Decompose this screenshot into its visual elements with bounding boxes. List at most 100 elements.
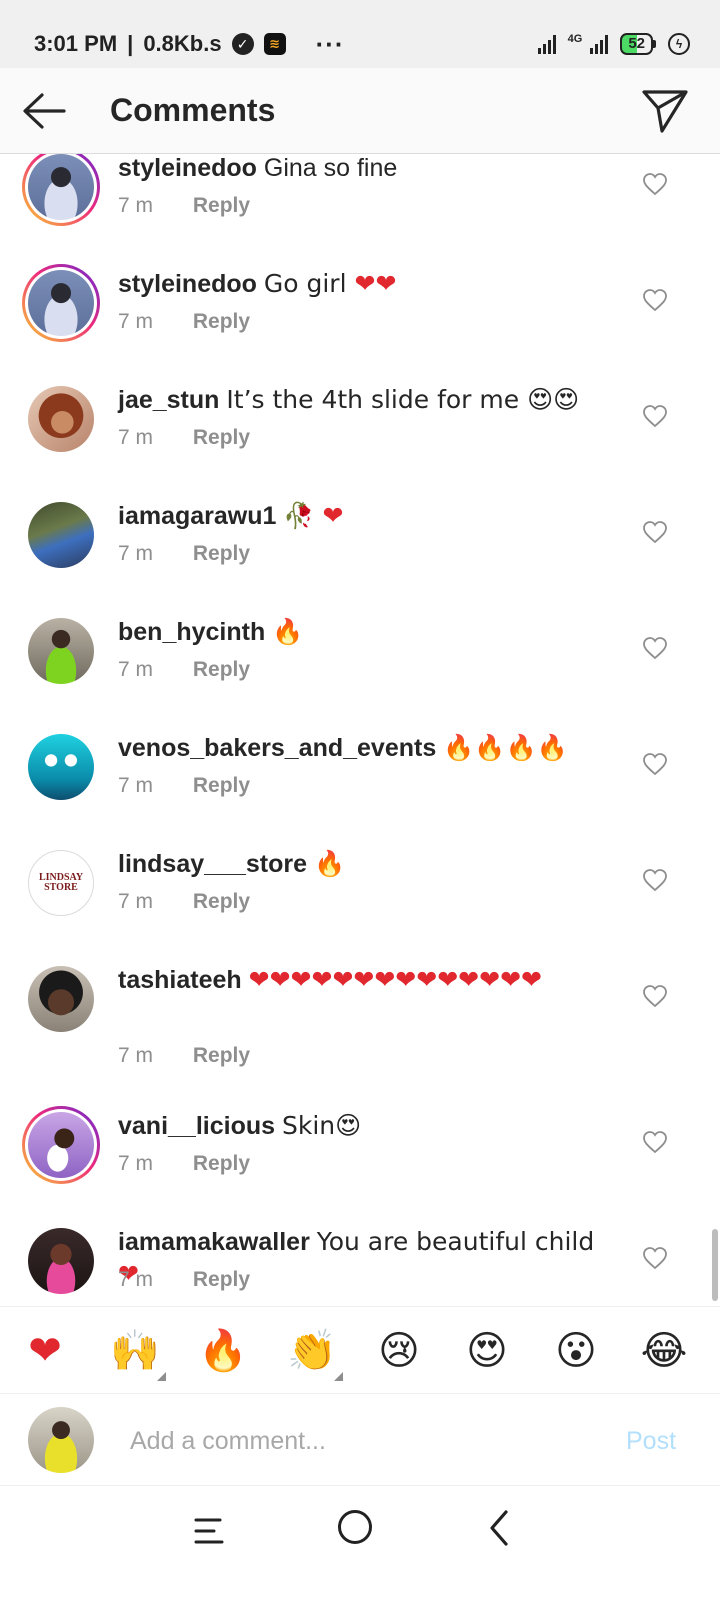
comment-text: ben_hycinth 🔥	[118, 616, 618, 648]
status-speed: 0.8Kb.s	[143, 31, 222, 56]
comment-meta: 7 m Reply	[118, 658, 250, 682]
comment-username[interactable]: iamamakawaller	[118, 1228, 310, 1256]
comment-item: LINDSAY STORE lindsay___store 🔥 7 m Repl…	[0, 848, 720, 966]
avatar-wrap[interactable]	[22, 728, 100, 806]
more-dots-icon: ···	[315, 28, 345, 59]
comment-text: tashiateeh ❤❤❤❤❤❤❤❤❤❤❤❤❤❤	[118, 964, 608, 996]
home-circle-icon[interactable]	[338, 1510, 372, 1544]
status-separator: |	[127, 31, 134, 56]
emoji-heart-button[interactable]: ❤	[21, 1327, 69, 1375]
scrollbar[interactable]	[712, 1229, 718, 1301]
back-chevron-icon[interactable]	[484, 1508, 514, 1548]
comment-time: 7 m	[118, 1268, 154, 1291]
comment-text: vani__licious Skin😍	[118, 1110, 618, 1142]
post-button[interactable]: Post	[626, 1427, 676, 1456]
heart-outline-icon[interactable]	[642, 636, 668, 660]
system-nav-bar	[0, 1486, 720, 1600]
emoji-heart-eyes-button[interactable]: 😍	[463, 1327, 511, 1375]
comment-text: venos_bakers_and_events 🔥🔥🔥🔥	[118, 732, 618, 764]
comment-meta: 7 m Reply	[118, 1044, 250, 1068]
comment-input[interactable]	[128, 1418, 592, 1464]
comment-message: 🔥🔥🔥🔥	[443, 733, 568, 762]
comment-item: jae_stun It’s the 4th slide for me 😍😍 7 …	[0, 385, 720, 502]
comment-time: 7 m	[118, 774, 154, 797]
comment-message: 🥀 ❤	[283, 501, 344, 530]
avatar-story-ring[interactable]	[22, 264, 100, 342]
emoji-clap-button[interactable]: 👏	[287, 1327, 343, 1381]
reply-button[interactable]: Reply	[193, 310, 250, 333]
comment-time: 7 m	[118, 310, 154, 333]
avatar	[28, 966, 94, 1032]
avatar	[28, 734, 94, 800]
avatar-story-ring[interactable]	[22, 1106, 100, 1184]
status-time: 3:01 PM	[34, 31, 118, 56]
comment-message: ❤❤❤❤❤❤❤❤❤❤❤❤❤❤	[248, 965, 542, 994]
reply-button[interactable]: Reply	[193, 1152, 250, 1175]
avatar-wrap[interactable]: LINDSAY STORE	[22, 844, 100, 922]
emoji-reaction-bar: ❤ 🙌 🔥 👏 😢 😍 😮 😂	[0, 1306, 720, 1394]
reply-button[interactable]: Reply	[193, 658, 250, 681]
comment-text: styleinedoo Gina so fine	[118, 154, 618, 184]
comment-meta: 7 m Reply	[118, 890, 250, 914]
emoji-glyph: 🙌	[110, 1328, 160, 1374]
comment-username[interactable]: venos_bakers_and_events	[118, 734, 436, 762]
comment-time: 7 m	[118, 542, 154, 565]
comment-time: 7 m	[118, 1152, 154, 1175]
menu-icon[interactable]	[192, 1514, 226, 1548]
comment-text: lindsay___store 🔥	[118, 848, 618, 880]
avatar-wrap[interactable]	[22, 612, 100, 690]
comment-time: 7 m	[118, 426, 154, 449]
avatar-wrap[interactable]	[22, 380, 100, 458]
reply-button[interactable]: Reply	[193, 1044, 250, 1067]
comment-meta: 7 m Reply	[118, 310, 250, 334]
heart-outline-icon[interactable]	[642, 1130, 668, 1154]
current-user-avatar	[28, 1407, 94, 1473]
reply-button[interactable]: Reply	[193, 890, 250, 913]
comment-username[interactable]: ben_hycinth	[118, 618, 265, 646]
heart-outline-icon[interactable]	[642, 520, 668, 544]
comments-list[interactable]: styleinedoo Gina so fine 7 m Reply style…	[0, 154, 720, 1306]
emoji-fire-button[interactable]: 🔥	[198, 1327, 248, 1375]
status-left: 3:01 PM | 0.8Kb.s ✓ ≋ ···	[34, 29, 345, 60]
comment-username[interactable]: iamagarawu1	[118, 502, 276, 530]
back-button[interactable]	[20, 90, 68, 132]
emoji-crying-button[interactable]: 😢	[375, 1327, 423, 1375]
comment-item: iamagarawu1 🥀 ❤ 7 m Reply	[0, 501, 720, 618]
avatar-wrap[interactable]	[22, 496, 100, 574]
heart-outline-icon[interactable]	[642, 172, 668, 196]
heart-outline-icon[interactable]	[642, 1246, 668, 1270]
comment-username[interactable]: tashiateeh	[118, 966, 242, 994]
reply-button[interactable]: Reply	[193, 542, 250, 565]
comment-item: iamamakawaller You are beautiful child ❤…	[0, 1227, 720, 1306]
reply-button[interactable]: Reply	[193, 194, 250, 217]
comment-username[interactable]: vani__licious	[118, 1112, 275, 1140]
comment-username[interactable]: jae_stun	[118, 386, 219, 414]
emoji-raised-hands-button[interactable]: 🙌	[110, 1327, 166, 1381]
share-button[interactable]	[640, 86, 690, 136]
reply-button[interactable]: Reply	[193, 426, 250, 449]
reply-button[interactable]: Reply	[193, 774, 250, 797]
heart-outline-icon[interactable]	[642, 984, 668, 1008]
heart-outline-icon[interactable]	[642, 868, 668, 892]
avatar-logo-text: LINDSAY STORE	[38, 872, 84, 893]
signal-icon	[537, 34, 556, 54]
comment-username[interactable]: styleinedoo	[118, 270, 257, 298]
comment-username[interactable]: lindsay___store	[118, 850, 307, 878]
comment-meta: 7 m Reply	[118, 194, 250, 218]
avatar	[28, 1112, 94, 1178]
emoji-surprised-button[interactable]: 😮	[552, 1327, 600, 1375]
avatar	[28, 502, 94, 568]
avatar-wrap[interactable]	[22, 960, 100, 1038]
avatar-story-ring[interactable]	[22, 154, 100, 226]
heart-outline-icon[interactable]	[642, 752, 668, 776]
heart-outline-icon[interactable]	[642, 404, 668, 428]
comment-time: 7 m	[118, 194, 154, 217]
heart-outline-icon[interactable]	[642, 288, 668, 312]
comment-username[interactable]: styleinedoo	[118, 154, 257, 182]
comment-time: 7 m	[118, 658, 154, 681]
avatar-wrap[interactable]	[22, 1222, 100, 1300]
reply-button[interactable]: Reply	[193, 1268, 250, 1291]
charging-icon: ϟ	[668, 33, 690, 55]
emoji-laughing-button[interactable]: 😂	[640, 1327, 688, 1375]
comment-item: ben_hycinth 🔥 7 m Reply	[0, 616, 720, 734]
